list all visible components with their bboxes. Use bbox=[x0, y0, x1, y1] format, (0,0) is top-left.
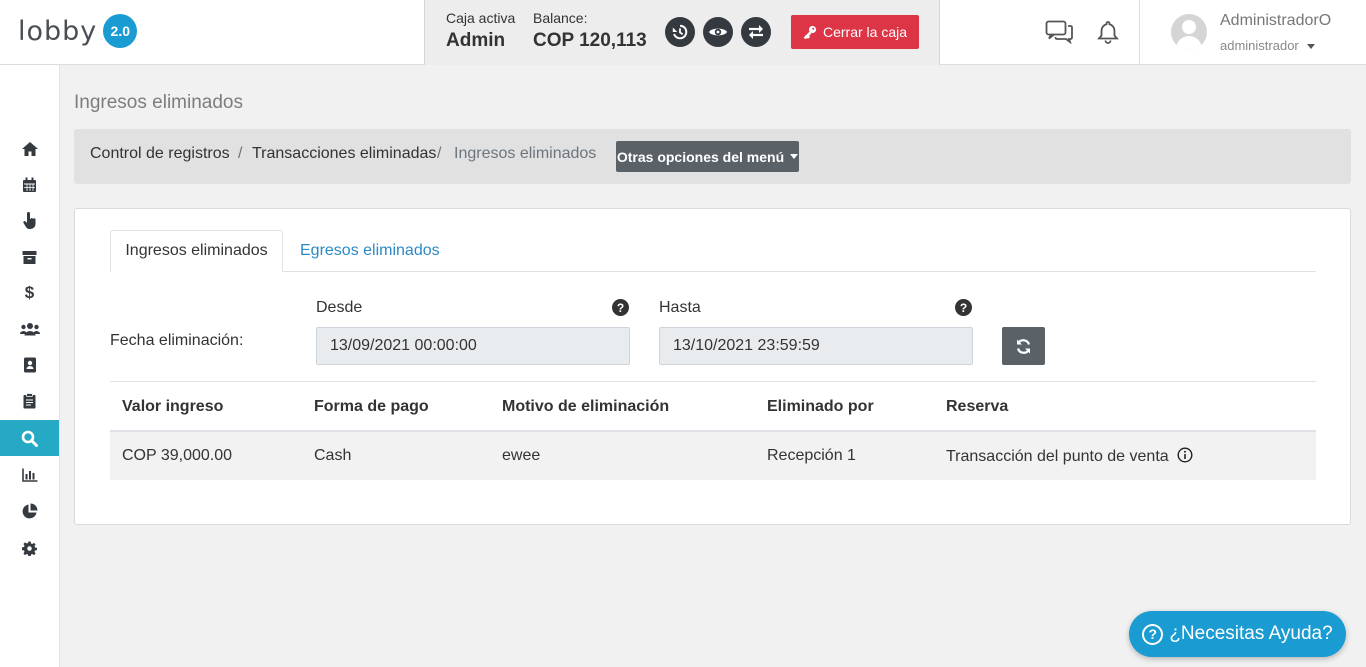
exchange-icon bbox=[749, 25, 763, 39]
table-divider bbox=[110, 381, 1316, 382]
users-icon bbox=[19, 323, 40, 336]
sidebar-item-settings[interactable] bbox=[0, 530, 59, 566]
tabs-divider bbox=[110, 271, 1316, 272]
transfer-button[interactable] bbox=[741, 17, 771, 47]
cell-forma-pago: Cash bbox=[314, 447, 352, 464]
question-circle-icon[interactable]: ? bbox=[955, 299, 972, 316]
sidebar-item-tasks[interactable] bbox=[0, 383, 59, 419]
hand-pointer-icon bbox=[22, 212, 35, 230]
column-header-valor: Valor ingreso bbox=[122, 398, 224, 415]
close-cash-button[interactable]: Cerrar la caja bbox=[791, 15, 919, 49]
refresh-button[interactable] bbox=[1002, 327, 1045, 365]
chevron-down-icon bbox=[1306, 44, 1315, 50]
cell-valor: COP 39,000.00 bbox=[122, 447, 233, 464]
balance: Balance: COP 120,113 bbox=[533, 10, 647, 52]
column-header-reserva: Reserva bbox=[946, 398, 1009, 415]
pie-chart-icon bbox=[22, 503, 38, 518]
history-icon bbox=[672, 24, 688, 40]
balance-value: COP 120,113 bbox=[533, 30, 647, 51]
chat-button[interactable] bbox=[1045, 20, 1073, 49]
cash-box-value: Admin bbox=[446, 30, 506, 51]
logo-text: lobby bbox=[18, 15, 98, 47]
bell-icon bbox=[1097, 21, 1119, 44]
logo[interactable]: lobby 2.0 bbox=[18, 14, 138, 48]
to-label: Hasta bbox=[659, 299, 701, 316]
sidebar-item-users[interactable] bbox=[0, 311, 59, 347]
column-header-forma-pago: Forma de pago bbox=[314, 398, 429, 415]
breadcrumb-current: Ingresos eliminados bbox=[454, 145, 597, 162]
sidebar-item-pointer[interactable] bbox=[0, 203, 59, 239]
info-icon[interactable] bbox=[1177, 447, 1193, 468]
active-cash-box: Caja activa Admin bbox=[446, 10, 515, 52]
refresh-icon bbox=[1016, 338, 1031, 354]
content-card: Ingresos eliminados Egresos eliminados F… bbox=[74, 208, 1351, 525]
cash-box-label: Caja activa bbox=[446, 10, 516, 26]
filter-label: Fecha eliminación: bbox=[110, 332, 244, 349]
sidebar-item-finance[interactable]: $ bbox=[0, 275, 59, 311]
breadcrumb-separator: / bbox=[437, 145, 442, 162]
from-date-input[interactable]: 13/09/2021 00:00:00 bbox=[316, 327, 630, 365]
user-role: administrador bbox=[1220, 38, 1315, 53]
page-title: Ingresos eliminados bbox=[74, 92, 243, 113]
clipboard-icon bbox=[23, 393, 36, 409]
breadcrumb-transacciones-eliminadas[interactable]: Transacciones eliminadas bbox=[252, 145, 436, 163]
sidebar-item-search[interactable] bbox=[0, 420, 59, 456]
breadcrumb-control-registros[interactable]: Control de registros bbox=[90, 145, 230, 163]
question-circle-icon[interactable]: ? bbox=[612, 299, 629, 316]
question-circle-icon: ? bbox=[1142, 623, 1164, 645]
chat-icon bbox=[1045, 20, 1073, 45]
breadcrumb-separator: / bbox=[238, 145, 243, 162]
view-button[interactable] bbox=[703, 17, 733, 47]
avatar bbox=[1171, 14, 1207, 50]
sidebar-item-home[interactable] bbox=[0, 131, 59, 167]
history-button[interactable] bbox=[665, 17, 695, 47]
eye-icon bbox=[709, 28, 727, 36]
cell-eliminado-por: Recepción 1 bbox=[767, 447, 856, 464]
other-options-label: Otras opciones del menú bbox=[616, 148, 785, 165]
cell-motivo: ewee bbox=[502, 447, 541, 464]
cash-panel: Caja activa Admin Balance: COP 120,113 C… bbox=[424, 0, 940, 65]
bar-chart-icon bbox=[21, 468, 37, 482]
sidebar-item-archive[interactable] bbox=[0, 239, 59, 275]
tab-egresos-eliminados[interactable]: Egresos eliminados bbox=[300, 242, 440, 260]
sidebar-item-contacts[interactable] bbox=[0, 347, 59, 383]
help-button[interactable]: ? ¿Necesitas Ayuda? bbox=[1129, 611, 1346, 657]
sidebar-item-reports[interactable] bbox=[0, 457, 59, 493]
column-header-motivo: Motivo de eliminación bbox=[502, 398, 670, 415]
help-label: ¿Necesitas Ayuda? bbox=[1169, 623, 1333, 644]
dollar-icon: $ bbox=[24, 283, 35, 302]
to-date-input[interactable]: 13/10/2021 23:59:59 bbox=[659, 327, 973, 365]
archive-icon bbox=[22, 250, 37, 264]
balance-label: Balance: bbox=[533, 10, 588, 26]
home-icon bbox=[21, 142, 38, 156]
top-header: lobby 2.0 Caja activa Admin Balance: COP… bbox=[0, 0, 1366, 65]
cell-reserva: Transacción del punto de venta bbox=[946, 447, 1193, 468]
sidebar: $ bbox=[0, 65, 60, 667]
version-badge: 2.0 bbox=[103, 14, 138, 48]
chevron-down-icon bbox=[790, 154, 799, 159]
from-label: Desde bbox=[316, 299, 363, 316]
notifications-button[interactable] bbox=[1097, 20, 1119, 49]
key-icon bbox=[803, 25, 817, 39]
column-header-eliminado-por: Eliminado por bbox=[767, 398, 874, 415]
sidebar-item-analytics[interactable] bbox=[0, 493, 59, 529]
calendar-icon bbox=[23, 177, 36, 192]
other-options-menu-button[interactable]: Otras opciones del menú bbox=[616, 141, 799, 172]
cell-reserva-text: Transacción del punto de venta bbox=[946, 448, 1169, 465]
user-role-text: administrador bbox=[1220, 38, 1299, 53]
table-row: COP 39,000.00 Cash ewee Recepción 1 Tran… bbox=[110, 432, 1316, 480]
sidebar-item-calendar[interactable] bbox=[0, 167, 59, 203]
tab-ingresos-eliminados[interactable]: Ingresos eliminados bbox=[110, 230, 283, 272]
user-menu[interactable]: AdministradorO administrador bbox=[1139, 0, 1366, 65]
user-name: AdministradorO bbox=[1220, 12, 1332, 29]
search-icon bbox=[21, 430, 38, 447]
address-book-icon bbox=[23, 357, 36, 373]
gear-icon bbox=[22, 540, 37, 556]
close-cash-label: Cerrar la caja bbox=[822, 24, 908, 40]
breadcrumb: Control de registros / Transacciones eli… bbox=[74, 129, 1351, 184]
